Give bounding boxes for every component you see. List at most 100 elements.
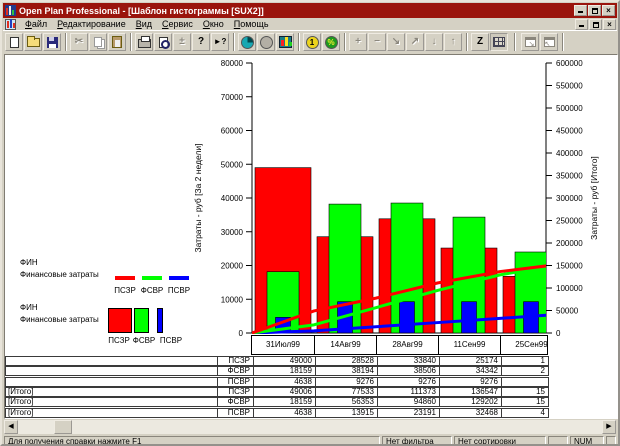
legend-resource-name: ФИН (20, 303, 38, 312)
svg-text:450000: 450000 (556, 127, 583, 136)
value-cell: 38506 (377, 367, 439, 375)
num-lock-indicator: NUM (570, 436, 604, 446)
table-row-total-ПСЗР[interactable]: [Итого]ПСЗР490067753311137313654715 (5, 387, 549, 397)
svg-text:80000: 80000 (221, 59, 244, 68)
minimize-icon (579, 25, 584, 27)
table-row-ПСВР[interactable]: ПСВР4638927692769276 (5, 377, 549, 387)
table-row-ПСЗР[interactable]: ПСЗР490002852833840251741 (5, 356, 549, 366)
print-preview-button[interactable] (154, 33, 172, 51)
resource-analysis-button[interactable] (257, 33, 275, 51)
add-button[interactable]: + (349, 33, 367, 51)
cut-button[interactable]: ✂ (70, 33, 88, 51)
value-cell: 28528 (315, 357, 377, 365)
table-row-ФСВР[interactable]: ФСВР181593819438506343422 (5, 366, 549, 376)
move-up-button[interactable]: ↑ (444, 33, 462, 51)
toolbar-separator (298, 33, 300, 51)
window-corner2-icon (544, 37, 555, 47)
gray-circle-icon (260, 36, 273, 49)
pie-clock-icon (241, 36, 254, 49)
help-button[interactable]: ? (192, 33, 210, 51)
table-view-button[interactable] (490, 33, 508, 51)
status-end-spacer (606, 436, 616, 446)
child-minimize-button[interactable] (575, 19, 588, 30)
window-title: Open Plan Professional - [Шаблон гистогр… (19, 6, 574, 16)
horizontal-scrollbar[interactable]: ◀ ▶ (4, 420, 616, 434)
scrollbar-thumb[interactable] (54, 420, 72, 434)
time-analysis-button[interactable] (238, 33, 256, 51)
histogram-view-button[interactable] (276, 33, 294, 51)
scroll-left-button[interactable]: ◀ (4, 420, 18, 434)
filter-status: Нет фильтра (382, 436, 452, 446)
update-button[interactable]: ± (173, 33, 191, 51)
date-column-header: 11Сен99 (438, 336, 500, 354)
window-restore-button[interactable] (540, 33, 558, 51)
copy-button[interactable] (89, 33, 107, 51)
svg-text:0: 0 (239, 329, 244, 338)
table-row-total-ФСВР[interactable]: [Итого]ФСВР18159563539486012920215 (5, 397, 549, 407)
minimize-button[interactable] (574, 5, 587, 16)
restore-button[interactable] (588, 5, 601, 16)
row-code-cell: ПСЗР (217, 357, 253, 365)
context-help-button[interactable]: ►? (211, 33, 229, 51)
svg-text:70000: 70000 (221, 93, 244, 102)
date-column-header: 31Июл99 (252, 336, 314, 354)
menu-item-2[interactable]: Вид (131, 19, 157, 29)
percent-icon: % (325, 36, 338, 49)
value-cell: 18159 (253, 367, 315, 375)
percent-button[interactable]: % (322, 33, 340, 51)
app-window: Open Plan Professional - [Шаблон гистогр… (0, 0, 620, 446)
menu-bar: ФайлРедактированиеВидСервисОкноПомощь × (3, 18, 617, 31)
child-close-button[interactable]: × (603, 19, 616, 30)
value-cell: 9276 (439, 378, 501, 386)
zoom-z-button[interactable]: Z (471, 33, 489, 51)
menu-item-0[interactable]: Файл (20, 19, 52, 29)
arrow-down-icon: ↓ (432, 37, 437, 47)
link-back-button[interactable]: ↗ (406, 33, 424, 51)
svg-text:200000: 200000 (556, 239, 583, 248)
row-group-cell: [Итого] (6, 409, 217, 417)
menu-item-3[interactable]: Сервис (157, 19, 198, 29)
arrow-up-icon: ↑ (451, 37, 456, 47)
legend-bar-swatch-ПСВР (157, 308, 163, 333)
restore-icon (593, 22, 599, 28)
value-cell: 38194 (315, 367, 377, 375)
legend-line-swatch-ПСВР (169, 276, 189, 280)
window-arrange-button[interactable] (521, 33, 539, 51)
remove-button[interactable]: − (368, 33, 386, 51)
table-row-total-ПСВР[interactable]: [Итого]ПСВР46381391523191324684 (5, 408, 549, 418)
plus-icon: + (355, 37, 361, 47)
value-cell: 129202 (439, 398, 501, 406)
copy-icon (94, 37, 102, 47)
app-logo-icon (5, 5, 16, 16)
cost-units-button[interactable]: 1 (303, 33, 321, 51)
save-button[interactable] (43, 33, 61, 51)
toolbar-separator (130, 33, 132, 51)
close-button[interactable]: × (602, 5, 615, 16)
sort-status: Нет сортировки (454, 436, 546, 446)
link-forward-button[interactable]: ↘ (387, 33, 405, 51)
child-restore-button[interactable] (589, 19, 602, 30)
paste-button[interactable] (108, 33, 126, 51)
svg-text:500000: 500000 (556, 104, 583, 113)
svg-text:40000: 40000 (221, 194, 244, 203)
menu-item-4[interactable]: Окно (198, 19, 229, 29)
svg-text:600000: 600000 (556, 59, 583, 68)
print-button[interactable] (135, 33, 153, 51)
svg-text:0: 0 (556, 329, 561, 338)
svg-text:20000: 20000 (221, 262, 244, 271)
arrow-question-icon: ►? (214, 37, 227, 47)
open-file-button[interactable] (24, 33, 42, 51)
scroll-right-button[interactable]: ▶ (602, 420, 616, 434)
menu-item-1[interactable]: Редактирование (52, 19, 131, 29)
value-cell: 25174 (439, 357, 501, 365)
value-cell: 9276 (377, 378, 439, 386)
value-cell: 136547 (439, 388, 501, 396)
value-cell: 23191 (377, 409, 439, 417)
move-down-button[interactable]: ↓ (425, 33, 443, 51)
question-icon: ? (198, 37, 204, 47)
new-file-button[interactable] (5, 33, 23, 51)
legend-resource-desc: Финансовые затраты (20, 315, 99, 324)
arrow-northeast-icon: ↗ (411, 37, 419, 47)
menu-item-5[interactable]: Помощь (229, 19, 274, 29)
open-folder-icon (27, 38, 40, 47)
